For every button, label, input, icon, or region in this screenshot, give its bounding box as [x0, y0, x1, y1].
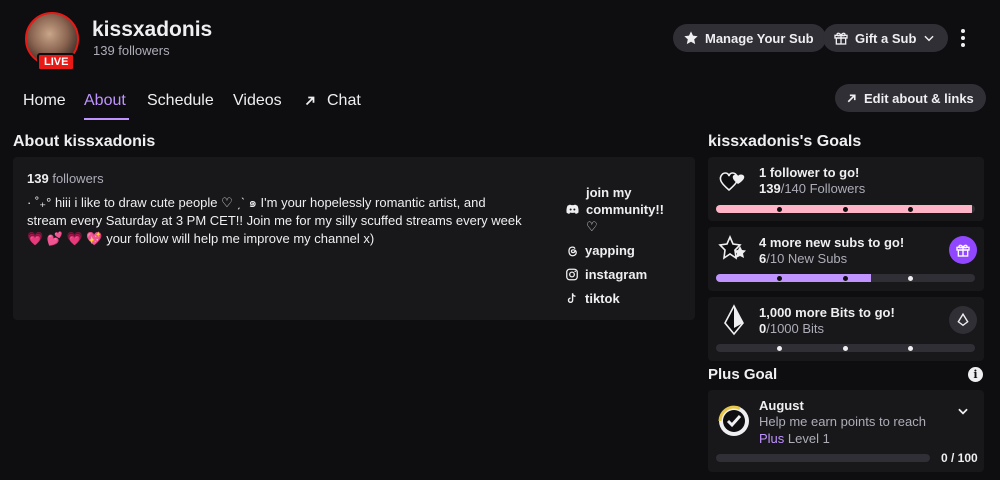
tab-chat[interactable]: Chat	[303, 92, 361, 110]
bits-icon	[957, 313, 969, 327]
bar-tick	[908, 206, 913, 212]
instagram-icon	[566, 268, 578, 281]
about-bio: · ˚₊° hiii i like to draw cute people ♡ …	[27, 195, 522, 246]
more-dot	[961, 29, 965, 33]
goal-headline: 1 follower to go!	[759, 165, 860, 180]
tab-schedule[interactable]: Schedule	[147, 92, 214, 110]
star-icon	[684, 31, 698, 45]
channel-followers: 139 followers	[93, 43, 170, 58]
edit-about-label: Edit about & links	[864, 90, 974, 106]
goal-headline: 1,000 more Bits to go!	[759, 305, 895, 320]
goal-progress-text: 6/10 New Subs	[759, 251, 847, 266]
goal-rest: /10 New Subs	[766, 251, 848, 266]
bar-tick	[777, 345, 782, 351]
gift-sub-label: Gift a Sub	[855, 30, 917, 46]
plus-goal-progress-bar	[716, 454, 930, 462]
link-instagram[interactable]: instagram	[565, 267, 647, 282]
edit-about-button[interactable]: Edit about & links	[835, 84, 986, 112]
checkmark-badge-icon	[718, 405, 749, 436]
discord-icon	[566, 204, 579, 214]
plus-goal-title: Plus Goal	[708, 366, 778, 383]
goal-progress-bar	[716, 344, 975, 352]
goal-progress-text: 139/140 Followers	[759, 181, 865, 196]
goal-current: 139	[759, 181, 781, 196]
gift-icon	[834, 32, 848, 45]
bits-icon	[724, 304, 744, 336]
more-options-button[interactable]	[952, 26, 974, 50]
bar-tick	[843, 206, 848, 212]
external-arrow-icon	[305, 96, 315, 106]
tab-home[interactable]: Home	[23, 92, 66, 110]
chevron-down-icon[interactable]	[956, 404, 970, 418]
more-dot	[961, 36, 965, 40]
goal-headline: 4 more new subs to go!	[759, 235, 905, 250]
info-icon[interactable]: i	[968, 367, 983, 382]
bar-tick	[777, 206, 782, 212]
goal-progress-text: 0/1000 Bits	[759, 321, 824, 336]
live-badge: LIVE	[37, 53, 76, 71]
link-instagram-label: instagram	[585, 267, 648, 282]
manage-sub-label: Manage Your Sub	[705, 30, 814, 46]
chevron-down-icon	[924, 35, 934, 42]
external-arrow-icon	[847, 93, 856, 102]
bits-goal-button[interactable]	[949, 306, 977, 334]
plus-goal-month: August	[759, 398, 804, 413]
bar-tick	[843, 345, 848, 351]
bar-tick	[908, 345, 913, 351]
follower-count: 139	[27, 171, 49, 186]
plus-level-label: Level 1	[787, 431, 830, 446]
link-tiktok[interactable]: tiktok	[565, 291, 620, 306]
plus-word: Plus	[759, 431, 785, 446]
link-threads-label: yapping	[585, 243, 635, 258]
plus-goal-level: Plus Level 1	[759, 431, 830, 446]
plus-goal-description: Help me earn points to reach	[759, 414, 926, 429]
threads-icon	[568, 246, 577, 257]
tab-chat-label: Chat	[327, 92, 361, 109]
follower-word: followers	[52, 171, 104, 186]
link-threads[interactable]: yapping	[565, 243, 635, 258]
about-title: About kissxadonis	[13, 133, 156, 150]
hearts-icon	[719, 172, 745, 192]
link-tiktok-label: tiktok	[585, 291, 620, 306]
tab-about[interactable]: About	[84, 92, 126, 110]
bar-tick	[908, 275, 913, 281]
goal-progress-bar	[716, 274, 975, 282]
about-followers: 139 followers	[27, 171, 104, 186]
tiktok-icon	[567, 293, 576, 303]
gift-goal-button[interactable]	[949, 236, 977, 264]
stars-icon	[718, 234, 746, 260]
more-dot	[961, 43, 965, 47]
plus-goal-count: 0 / 100	[941, 451, 978, 465]
link-discord[interactable]: join my community!! ♡	[565, 184, 675, 235]
link-discord-label: join my community!! ♡	[586, 185, 664, 234]
goal-rest: /1000 Bits	[766, 321, 825, 336]
channel-name[interactable]: kissxadonis	[92, 18, 212, 42]
tab-active-indicator	[84, 118, 129, 120]
goal-progress-bar	[716, 205, 975, 213]
bar-tick	[777, 275, 782, 281]
manage-sub-button[interactable]: Manage Your Sub	[673, 24, 826, 52]
gift-icon	[956, 244, 970, 257]
bar-tick	[843, 275, 848, 281]
goal-rest: /140 Followers	[780, 181, 866, 196]
gift-sub-button[interactable]: Gift a Sub	[823, 24, 949, 52]
goals-title: kissxadonis's Goals	[708, 133, 862, 150]
tab-videos[interactable]: Videos	[233, 92, 282, 110]
goal-progress-fill	[716, 274, 872, 282]
